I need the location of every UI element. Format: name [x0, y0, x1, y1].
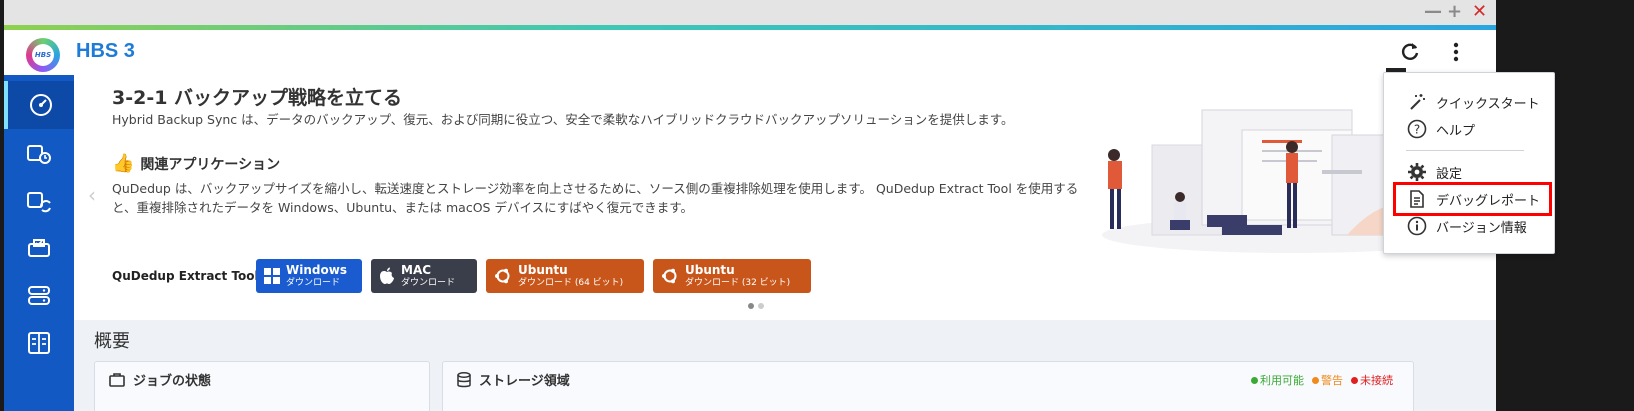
info-circle-icon — [1406, 215, 1428, 237]
download-windows-button[interactable]: Windows ダウンロード — [256, 259, 362, 293]
legend-label: 未接続 — [1360, 374, 1393, 387]
help-circle-icon: ? — [1406, 118, 1428, 140]
carousel-dot-1[interactable] — [748, 303, 754, 309]
refresh-icon[interactable] — [1398, 40, 1422, 64]
overview-title: 概要 — [94, 331, 130, 352]
related-apps-description: QuDedup は、バックアップサイズを縮小し、転送速度とストレージ効率を向上さ… — [112, 181, 1079, 215]
app-header: HBS HBS 3 — [4, 30, 1496, 75]
menu-item-label: 設定 — [1436, 166, 1463, 182]
download-name: Ubuntu — [518, 262, 568, 277]
sidebar — [4, 75, 74, 411]
sidebar-item-storage[interactable] — [4, 272, 74, 320]
briefcase-icon — [109, 372, 125, 387]
more-options-icon[interactable] — [1444, 40, 1468, 64]
menu-item-label: ヘルプ — [1436, 123, 1476, 139]
job-status-title: ジョブの状態 — [133, 374, 212, 389]
banner-description: Hybrid Backup Sync は、データのバックアップ、復元、および同期… — [112, 112, 1014, 127]
download-sub: ダウンロード (64 ビット) — [518, 277, 624, 288]
dashboard-icon — [30, 94, 52, 116]
banner-title: 3-2-1 バックアップ戦略を立てる — [112, 87, 403, 109]
hbs-logo: HBS — [26, 38, 60, 72]
legend-available: 利用可能 — [1251, 372, 1304, 388]
ubuntu-icon — [662, 268, 677, 284]
more-options-menu: クイックスタート ? ヘルプ 設定 デバッグレポート バージョン情報 — [1383, 72, 1555, 254]
close-button[interactable]: ✕ — [1472, 1, 1487, 23]
carousel-dots — [748, 303, 764, 309]
carousel-dot-2[interactable] — [758, 303, 764, 309]
logo-text: HBS — [32, 44, 54, 66]
storage-card: ストレージ領域 利用可能 警告 未接続 — [442, 361, 1414, 411]
backup-restore-icon — [27, 145, 51, 164]
menu-item-help[interactable]: ? ヘルプ — [1384, 116, 1556, 142]
menu-item-label: バージョン情報 — [1436, 220, 1527, 236]
download-ubuntu-32-button[interactable]: Ubuntu ダウンロード (32 ビット) — [653, 259, 811, 293]
download-ubuntu-64-button[interactable]: Ubuntu ダウンロード (64 ビット) — [486, 259, 644, 293]
download-name: Ubuntu — [685, 262, 735, 277]
ubuntu-icon — [495, 268, 510, 284]
related-apps-heading: 👍 関連アプリケーション — [112, 153, 280, 174]
highlight-box — [1393, 182, 1552, 216]
job-status-card: ジョブの状態 — [94, 361, 430, 411]
download-mac-button[interactable]: MAC ダウンロード — [371, 259, 477, 293]
svg-text:?: ? — [1414, 123, 1420, 137]
sidebar-item-jobs[interactable] — [4, 225, 74, 273]
gear-icon — [1406, 161, 1428, 183]
sidebar-item-sync[interactable] — [4, 178, 74, 226]
download-name: MAC — [401, 262, 432, 277]
storage-title: ストレージ領域 — [479, 374, 570, 389]
magic-wand-icon — [1406, 91, 1428, 113]
download-sub: ダウンロード — [286, 277, 341, 288]
promo-banner: ‹ 3-2-1 バックアップ戦略を立てる Hybrid Backup Sync … — [74, 75, 1496, 320]
legend-label: 警告 — [1321, 374, 1343, 387]
main-content: ‹ 3-2-1 バックアップ戦略を立てる Hybrid Backup Sync … — [74, 75, 1496, 411]
sidebar-item-backup-restore[interactable] — [4, 131, 74, 179]
jobs-icon — [28, 239, 50, 257]
sidebar-item-services[interactable] — [4, 319, 74, 367]
menu-item-label: クイックスタート — [1436, 96, 1540, 112]
menu-item-version-info[interactable]: バージョン情報 — [1384, 213, 1556, 239]
database-icon — [457, 371, 471, 387]
sidebar-item-overview[interactable] — [4, 81, 74, 129]
download-sub: ダウンロード (32 ビット) — [685, 277, 791, 288]
window-titlebar: — + ✕ — [4, 0, 1496, 25]
thumbs-up-icon: 👍 — [112, 153, 135, 174]
windows-icon — [264, 268, 280, 284]
apple-icon — [380, 267, 394, 284]
maximize-button[interactable]: + — [1447, 1, 1462, 23]
storage-icon — [28, 286, 50, 305]
download-name: Windows — [286, 262, 347, 277]
legend-label: 利用可能 — [1260, 374, 1304, 387]
download-sub: ダウンロード — [401, 277, 456, 288]
app-title: HBS 3 — [76, 40, 135, 62]
storage-legend: 利用可能 警告 未接続 — [1251, 372, 1393, 388]
legend-warning: 警告 — [1312, 372, 1343, 388]
app-window: — + ✕ HBS HBS 3 ‹ 3-2-1 バックアップ戦略を立てる Hyb… — [4, 0, 1496, 411]
extract-tool-label: QuDedup Extract Tool: — [112, 269, 264, 283]
legend-disconnected: 未接続 — [1351, 372, 1393, 388]
sync-icon — [27, 192, 51, 213]
minimize-button[interactable]: — — [1424, 1, 1442, 23]
banner-prev-arrow[interactable]: ‹ — [88, 183, 96, 207]
menu-item-quick-start[interactable]: クイックスタート — [1384, 89, 1556, 115]
services-icon — [28, 332, 50, 354]
related-apps-title: 関連アプリケーション — [140, 156, 281, 173]
menu-divider — [1406, 150, 1524, 151]
